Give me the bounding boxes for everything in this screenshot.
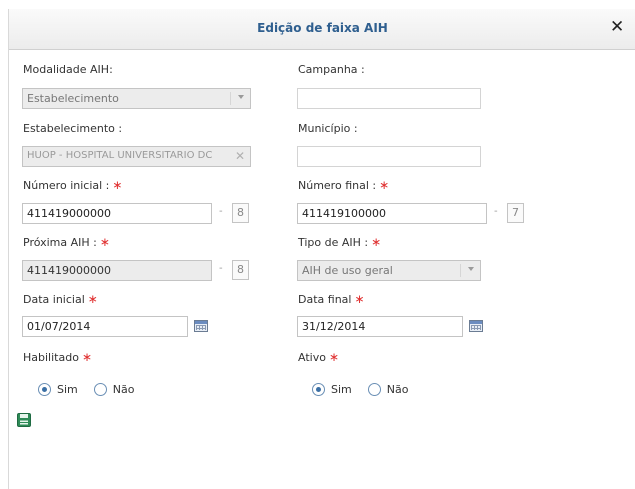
required-marker: ∗ bbox=[379, 178, 390, 192]
modalidade-label: Modalidade AIH: bbox=[23, 63, 113, 76]
ativo-sim-radio[interactable] bbox=[312, 383, 325, 396]
save-button[interactable] bbox=[17, 413, 31, 427]
ativo-radio-group: Sim Não bbox=[312, 383, 424, 396]
numero-inicial-label: Número inicial : ∗ bbox=[23, 178, 123, 192]
estabelecimento-value: HUOP - HOSPITAL UNIVERSITARIO DC bbox=[27, 150, 213, 161]
tipo-aih-label: Tipo de AIH : ∗ bbox=[298, 235, 382, 249]
data-final-label: Data final ∗ bbox=[298, 292, 365, 306]
data-inicial-label: Data inicial ∗ bbox=[23, 292, 98, 306]
campanha-input[interactable] bbox=[297, 88, 481, 109]
select-separator bbox=[460, 264, 461, 277]
habilitado-nao-label[interactable]: Não bbox=[113, 383, 135, 396]
dv-separator: - bbox=[219, 206, 223, 217]
data-inicial-input[interactable]: 01/07/2014 bbox=[22, 316, 188, 337]
data-final-input[interactable]: 31/12/2014 bbox=[297, 316, 463, 337]
campanha-label: Campanha : bbox=[298, 63, 365, 76]
habilitado-nao-radio[interactable] bbox=[93, 383, 107, 396]
edit-aih-range-dialog: Edição de faixa AIH ✕ bbox=[8, 9, 635, 489]
required-marker: ∗ bbox=[371, 235, 382, 249]
required-marker: ∗ bbox=[112, 178, 123, 192]
municipio-input[interactable] bbox=[297, 146, 481, 167]
municipio-label: Município : bbox=[298, 122, 358, 135]
habilitado-radio-group: Sim Não bbox=[38, 383, 150, 396]
dv-separator: - bbox=[494, 206, 498, 217]
chevron-down-icon bbox=[238, 95, 244, 99]
select-separator bbox=[230, 92, 231, 105]
habilitado-sim-radio[interactable] bbox=[38, 383, 51, 396]
tipo-aih-value: AIH de uso geral bbox=[302, 264, 393, 277]
chevron-down-icon bbox=[468, 267, 474, 271]
dv-separator: - bbox=[219, 263, 223, 274]
close-icon[interactable]: ✕ bbox=[610, 19, 624, 36]
required-marker: ∗ bbox=[99, 235, 110, 249]
numero-final-label: Número final : ∗ bbox=[298, 178, 390, 192]
dialog-titlebar: Edição de faixa AIH ✕ bbox=[9, 9, 635, 50]
required-marker: ∗ bbox=[354, 292, 365, 306]
numero-inicial-input[interactable]: 411419000000 bbox=[22, 203, 212, 224]
habilitado-sim-label[interactable]: Sim bbox=[57, 383, 78, 396]
tipo-aih-select[interactable]: AIH de uso geral bbox=[297, 260, 481, 281]
modalidade-value: Estabelecimento bbox=[27, 92, 119, 105]
modalidade-select[interactable]: Estabelecimento bbox=[22, 88, 251, 109]
proxima-aih-dv: 8 bbox=[232, 260, 249, 280]
proxima-aih-label: Próxima AIH : ∗ bbox=[23, 235, 110, 249]
required-marker: ∗ bbox=[87, 292, 98, 306]
ativo-nao-radio[interactable] bbox=[367, 383, 381, 396]
ativo-label: Ativo ∗ bbox=[298, 350, 340, 364]
habilitado-label: Habilitado ∗ bbox=[23, 350, 92, 364]
save-icon bbox=[17, 413, 31, 427]
required-marker: ∗ bbox=[81, 350, 92, 364]
estabelecimento-input[interactable]: HUOP - HOSPITAL UNIVERSITARIO DC ✕ bbox=[22, 146, 251, 167]
ativo-sim-label[interactable]: Sim bbox=[331, 383, 352, 396]
numero-final-dv: 7 bbox=[507, 203, 524, 223]
numero-final-input[interactable]: 411419100000 bbox=[297, 203, 487, 224]
clear-icon[interactable]: ✕ bbox=[235, 150, 245, 163]
proxima-aih-input[interactable]: 411419000000 bbox=[22, 260, 212, 281]
required-marker: ∗ bbox=[328, 350, 340, 364]
calendar-icon[interactable] bbox=[469, 320, 483, 332]
estabelecimento-label: Estabelecimento : bbox=[23, 122, 123, 135]
numero-inicial-dv: 8 bbox=[232, 203, 249, 223]
ativo-nao-label[interactable]: Não bbox=[387, 383, 409, 396]
dialog-title: Edição de faixa AIH bbox=[257, 21, 388, 35]
calendar-icon[interactable] bbox=[194, 320, 208, 332]
